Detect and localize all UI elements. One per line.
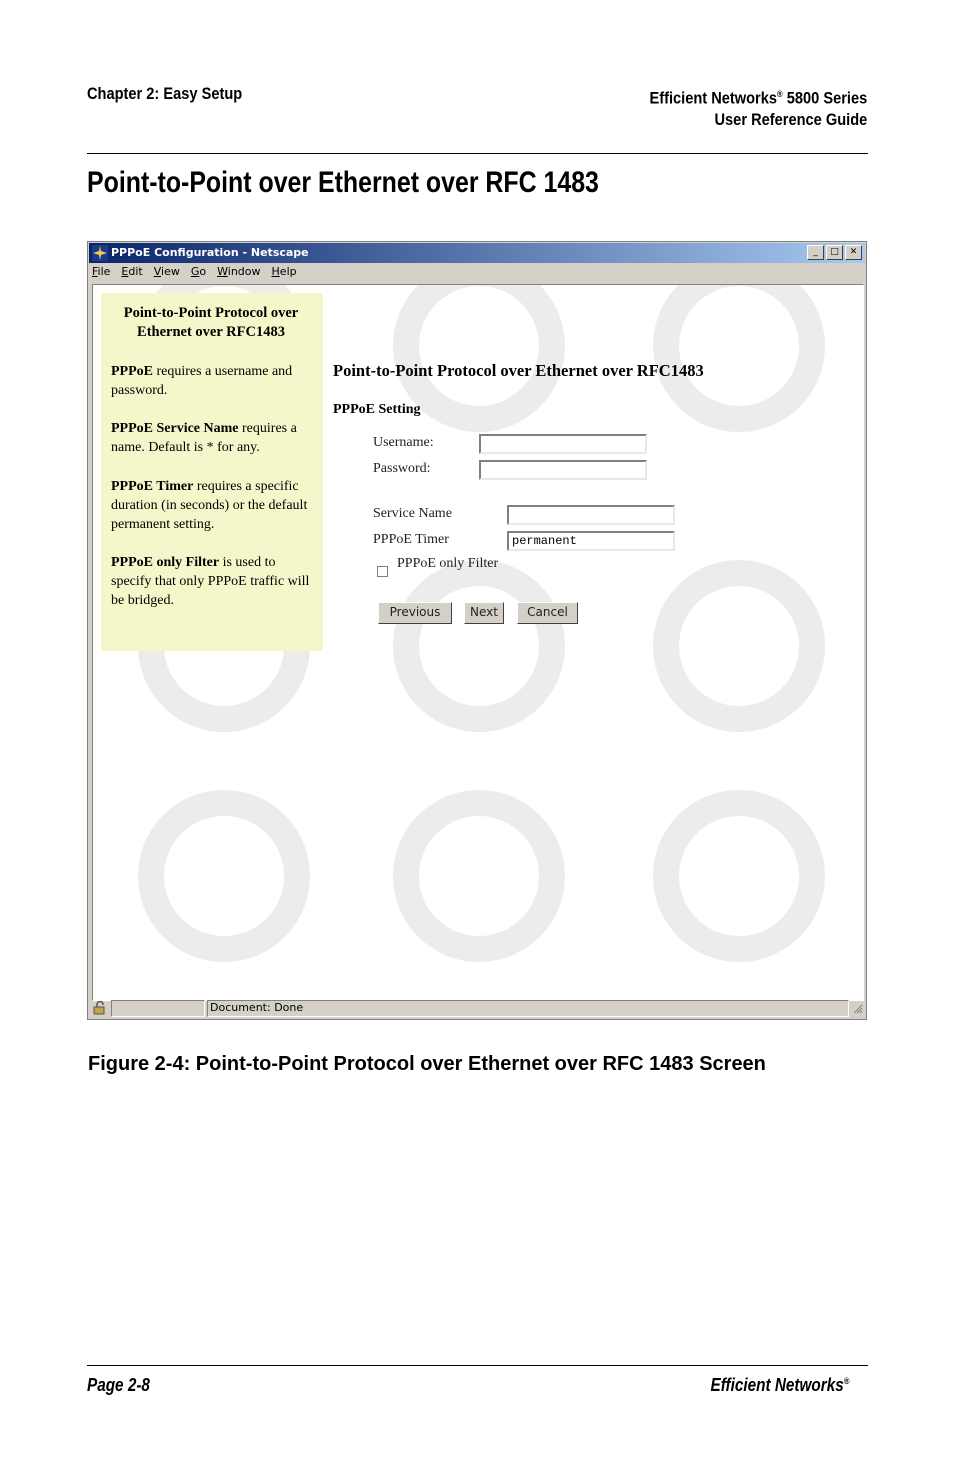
browser-window: PPPoE Configuration - Netscape _ □ ✕ Fil…: [87, 241, 867, 1020]
series-name: 5800 Series: [782, 88, 867, 108]
timer-label: PPPoE Timer: [373, 532, 449, 547]
watermark-logo: [364, 761, 594, 991]
registered-mark: ®: [776, 89, 783, 99]
footer-rule: [87, 1365, 868, 1366]
next-button[interactable]: Next: [464, 602, 504, 624]
help-filter: PPPoE only Filter is used to specify tha…: [111, 555, 310, 608]
watermark-logo: [624, 531, 854, 761]
close-button[interactable]: ✕: [845, 245, 862, 260]
page-content: Point-to-Point Protocol over Ethernet ov…: [92, 284, 864, 1001]
menu-go[interactable]: Go: [191, 265, 206, 283]
footer-brand: Efficient Networks®: [710, 1375, 849, 1395]
help-sidebar: Point-to-Point Protocol over Ethernet ov…: [101, 293, 323, 651]
help-pppoe: PPPoE requires a username and password.: [111, 364, 293, 398]
menu-edit[interactable]: Edit: [121, 265, 142, 283]
watermark-logo: [109, 761, 339, 991]
pppoe-filter-label: PPPoE only Filter: [397, 556, 499, 571]
username-label: Username:: [373, 435, 434, 450]
resize-grip-icon[interactable]: [851, 1002, 863, 1014]
service-name-label: Service Name: [373, 506, 452, 521]
menu-view[interactable]: View: [154, 265, 180, 283]
password-input[interactable]: [479, 460, 647, 480]
figure-caption: Figure 2-4: Point-to-Point Protocol over…: [88, 1053, 766, 1075]
menu-window[interactable]: Window: [217, 265, 260, 283]
chapter-label: Chapter 2: Easy Setup: [87, 84, 243, 103]
help-service-name: PPPoE Service Name requires a name. Defa…: [111, 421, 297, 455]
form-subheading: PPPoE Setting: [333, 402, 421, 417]
page-number: Page 2-8: [87, 1375, 150, 1395]
status-text: Document: Done: [210, 1001, 304, 1014]
progress-cell: [111, 1000, 205, 1017]
minimize-button[interactable]: _: [807, 245, 824, 260]
menu-file[interactable]: File: [92, 265, 110, 283]
status-bar: Document: Done: [89, 999, 865, 1018]
watermark-logo: [624, 761, 854, 991]
menu-help[interactable]: Help: [272, 265, 297, 283]
registered-mark: ®: [843, 1376, 849, 1386]
help-timer: PPPoE Timer requires a specific duration…: [111, 479, 308, 532]
pppoe-filter-checkbox[interactable]: [377, 566, 388, 577]
previous-button[interactable]: Previous: [378, 602, 452, 624]
password-label: Password:: [373, 461, 431, 476]
service-name-input[interactable]: [507, 505, 675, 525]
header-rule: [87, 153, 868, 154]
security-lock-icon[interactable]: [93, 1001, 107, 1015]
menu-bar: File Edit View Go Window Help: [92, 265, 297, 283]
timer-input[interactable]: [507, 531, 675, 551]
guide-name: User Reference Guide: [714, 109, 867, 129]
brand-name: Efficient Networks: [649, 88, 777, 108]
sidebar-title: Point-to-Point Protocol over Ethernet ov…: [123, 305, 299, 340]
cancel-button[interactable]: Cancel: [517, 602, 578, 624]
form-heading: Point-to-Point Protocol over Ethernet ov…: [333, 361, 704, 380]
username-input[interactable]: [479, 434, 647, 454]
page-title: Point-to-Point over Ethernet over RFC 14…: [87, 166, 599, 199]
window-title: PPPoE Configuration - Netscape: [111, 246, 309, 259]
maximize-button[interactable]: □: [826, 245, 843, 260]
netscape-icon: [92, 245, 108, 261]
document-series: Efficient Networks® 5800 Series User Ref…: [649, 84, 867, 130]
status-cell: [207, 1000, 849, 1017]
title-bar[interactable]: PPPoE Configuration - Netscape _ □ ✕: [89, 243, 865, 263]
